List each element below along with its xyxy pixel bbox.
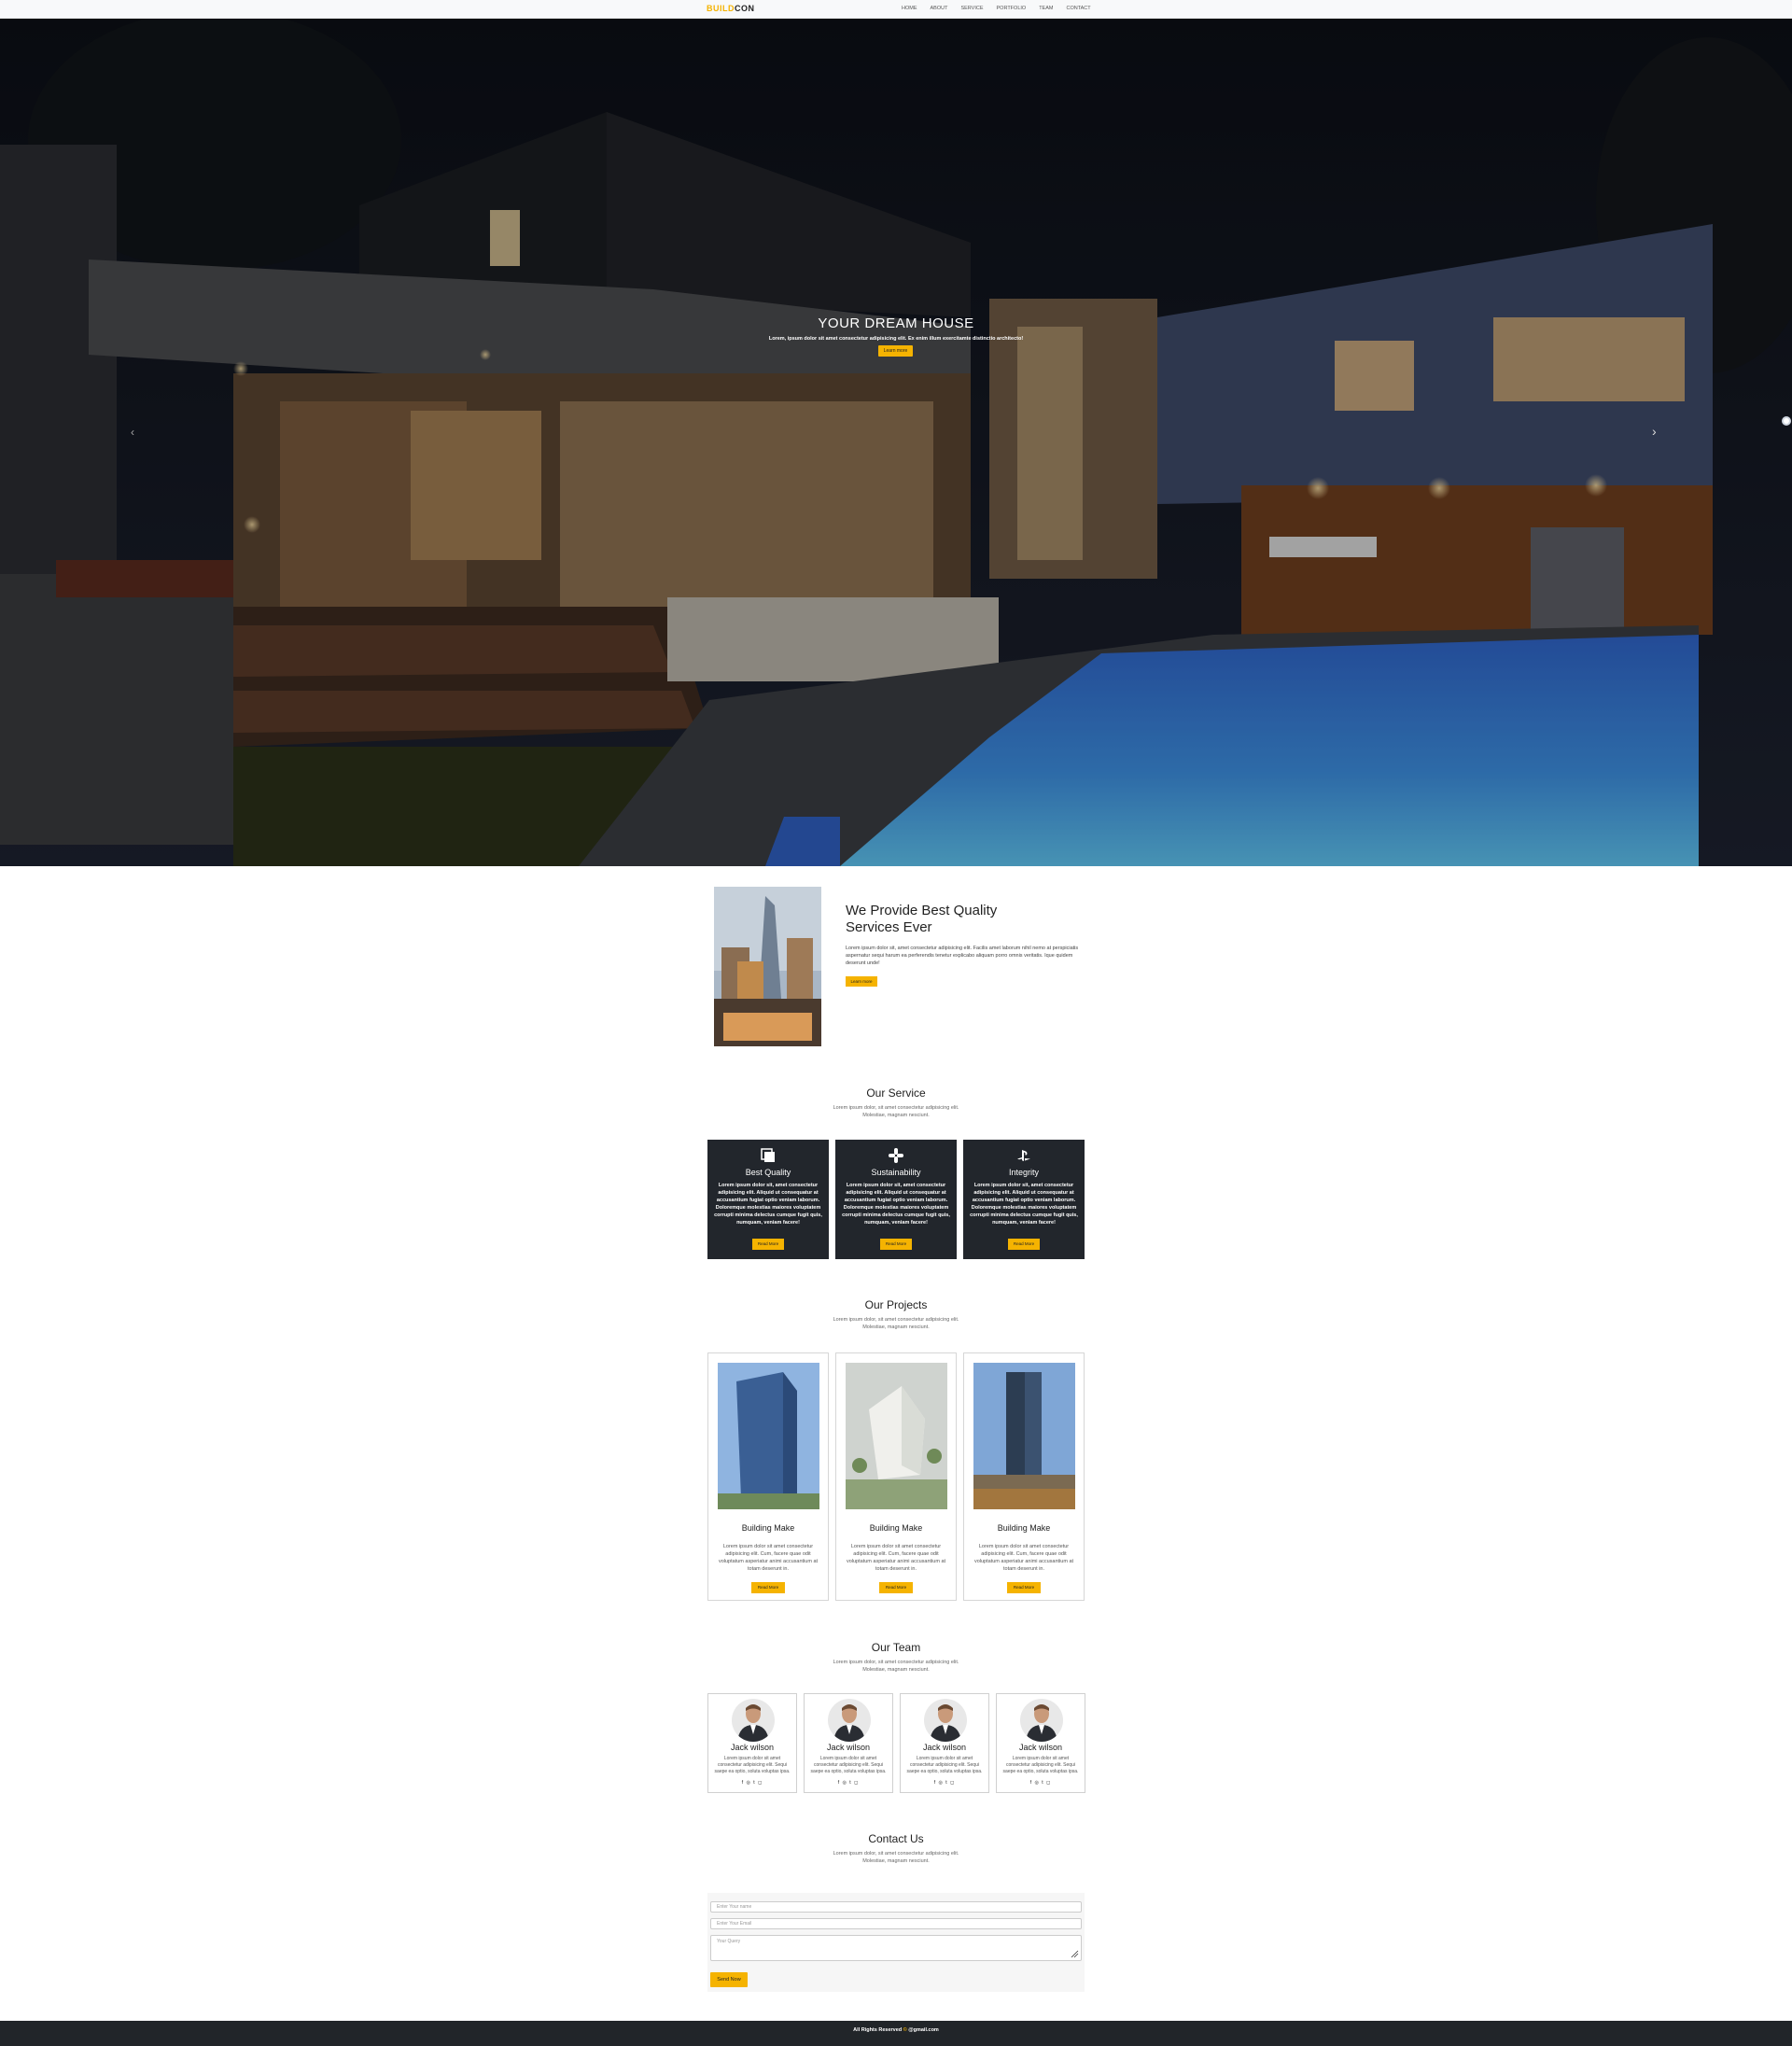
footer: All Rights Reserved © @gmail.com [0, 2021, 1792, 2046]
service-name: Sustainability [871, 1168, 921, 1177]
team-card: Jack wilson Lorem ipsum dolor sit amet c… [996, 1693, 1085, 1793]
team-member-text: Lorem ipsum dolor sit amet consectetur a… [714, 1756, 791, 1774]
contact-form: Enter Your name Enter Your Email Your Qu… [707, 1893, 1085, 1992]
project-card: Building Make Lorem ipsum dolor sit amet… [963, 1352, 1085, 1601]
service-name: Best Quality [745, 1168, 791, 1177]
service-title: Our Service [866, 1086, 926, 1100]
footer-text: All Rights Reserved [853, 2027, 903, 2033]
social-icons[interactable]: f ◎ t ◻ [805, 1780, 892, 1786]
service-card: Best Quality Lorem ipsum dolor sit, amet… [707, 1140, 829, 1259]
about-learn-more-button[interactable]: Learn more [846, 976, 877, 987]
hero-subtitle: Lorem, ipsum dolor sit amet consectetur … [768, 336, 1024, 342]
team-card: Jack wilson Lorem ipsum dolor sit amet c… [900, 1693, 989, 1793]
project-read-more-button[interactable]: Read More [751, 1582, 785, 1593]
social-icons[interactable]: f ◎ t ◻ [901, 1780, 988, 1786]
project-name: Building Make [741, 1523, 795, 1533]
team-member-name: Jack wilson [922, 1743, 966, 1752]
hero-title: YOUR DREAM HOUSE [818, 315, 974, 331]
about-skyscraper-image [714, 887, 821, 1046]
nav-link-contact[interactable]: CONTACT [1066, 6, 1090, 11]
scroll-indicator[interactable] [1782, 416, 1791, 426]
carousel-next-icon[interactable]: › [1652, 424, 1657, 439]
hero-learn-more-button[interactable]: Learn more [878, 345, 913, 357]
service-name: Integrity [1008, 1168, 1039, 1177]
service-text: Lorem ipsum dolor sit, amet consectetur … [714, 1183, 822, 1226]
team-card: Jack wilson Lorem ipsum dolor sit amet c… [804, 1693, 893, 1793]
team-card: Jack wilson Lorem ipsum dolor sit amet c… [707, 1693, 797, 1793]
about-title-line2: Services Ever [846, 919, 932, 935]
team-member-name: Jack wilson [730, 1743, 774, 1752]
team-member-name: Jack wilson [1018, 1743, 1062, 1752]
project-image [973, 1363, 1075, 1509]
team-member-text: Lorem ipsum dolor sit amet consectetur a… [810, 1756, 887, 1774]
playstation-icon [1017, 1150, 1030, 1161]
team-member-name: Jack wilson [826, 1743, 870, 1752]
navbar: BUILDCON HOME ABOUT SERVICE PORTFOLIO TE… [0, 0, 1792, 19]
nav-link-service[interactable]: SERVICE [960, 6, 983, 11]
email-input[interactable]: Enter Your Email [710, 1918, 1082, 1929]
service-read-more-button[interactable]: Read More [880, 1239, 912, 1250]
service-text: Lorem ipsum dolor sit, amet consectetur … [970, 1183, 1078, 1226]
team-member-text: Lorem ipsum dolor sit amet consectetur a… [906, 1756, 983, 1774]
team-avatar [732, 1699, 775, 1742]
about-title: We Provide Best Quality Services Ever [846, 903, 1032, 936]
project-name: Building Make [997, 1523, 1051, 1533]
project-image [718, 1363, 819, 1509]
project-card: Building Make Lorem ipsum dolor sit amet… [835, 1352, 957, 1601]
brand-part-con: CON [735, 4, 755, 13]
social-icons[interactable]: f ◎ t ◻ [997, 1780, 1085, 1786]
query-textarea[interactable]: Your Query [710, 1935, 1082, 1961]
team-title: Our Team [871, 1641, 921, 1654]
contact-subtitle: Lorem ipsum dolor, sit amet consectetur … [833, 1851, 959, 1864]
resize-grip-icon[interactable] [1071, 1950, 1079, 1958]
nav-link-home[interactable]: HOME [902, 6, 917, 11]
nav-links: HOME ABOUT SERVICE PORTFOLIO TEAM CONTAC… [902, 6, 1091, 11]
projects-subtitle: Lorem ipsum dolor, sit amet consectetur … [833, 1317, 959, 1330]
send-now-button[interactable]: Send Now [710, 1972, 748, 1987]
project-text: Lorem ipsum dolor sit amet consectetur a… [846, 1544, 946, 1572]
team-avatar [1020, 1699, 1063, 1742]
project-read-more-button[interactable]: Read More [1007, 1582, 1041, 1593]
brand-part-build: BUILD [707, 4, 735, 13]
team-avatar [924, 1699, 967, 1742]
service-read-more-button[interactable]: Read More [1008, 1239, 1040, 1250]
carousel-prev-icon[interactable]: ‹ [131, 426, 134, 439]
brand-logo[interactable]: BUILDCON [707, 4, 755, 13]
service-subtitle: Lorem ipsum dolor, sit amet consectetur … [833, 1105, 959, 1118]
project-read-more-button[interactable]: Read More [879, 1582, 913, 1593]
nav-link-portfolio[interactable]: PORTFOLIO [997, 6, 1027, 11]
layers-icon [761, 1148, 775, 1162]
projects-title: Our Projects [864, 1298, 928, 1311]
team-subtitle: Lorem ipsum dolor, sit amet consectetur … [833, 1660, 959, 1673]
about-text: Lorem ipsum dolor sit, amet consectetur … [846, 946, 1079, 966]
service-read-more-button[interactable]: Read More [752, 1239, 784, 1250]
project-text: Lorem ipsum dolor sit amet consectetur a… [718, 1544, 819, 1572]
team-member-text: Lorem ipsum dolor sit amet consectetur a… [1002, 1756, 1079, 1774]
footer-email[interactable]: @gmail.com [908, 2027, 939, 2033]
hero-carousel: YOUR DREAM HOUSE Lorem, ipsum dolor sit … [0, 19, 1792, 866]
project-name: Building Make [869, 1523, 923, 1533]
slack-icon [889, 1148, 903, 1163]
contact-title: Contact Us [868, 1832, 924, 1845]
project-card: Building Make Lorem ipsum dolor sit amet… [707, 1352, 829, 1601]
project-image [846, 1363, 947, 1509]
hero-house-image [0, 19, 1792, 866]
social-icons[interactable]: f ◎ t ◻ [708, 1780, 796, 1786]
name-input[interactable]: Enter Your name [710, 1901, 1082, 1913]
project-text: Lorem ipsum dolor sit amet consectetur a… [973, 1544, 1074, 1572]
about-title-line1: We Provide Best Quality [846, 903, 998, 918]
service-card: Integrity Lorem ipsum dolor sit, amet co… [963, 1140, 1085, 1259]
nav-link-team[interactable]: TEAM [1039, 6, 1053, 11]
service-card: Sustainability Lorem ipsum dolor sit, am… [835, 1140, 957, 1259]
query-placeholder: Your Query [717, 1939, 741, 1944]
service-text: Lorem ipsum dolor sit, amet consectetur … [842, 1183, 950, 1226]
team-avatar [828, 1699, 871, 1742]
nav-link-about[interactable]: ABOUT [931, 6, 948, 11]
